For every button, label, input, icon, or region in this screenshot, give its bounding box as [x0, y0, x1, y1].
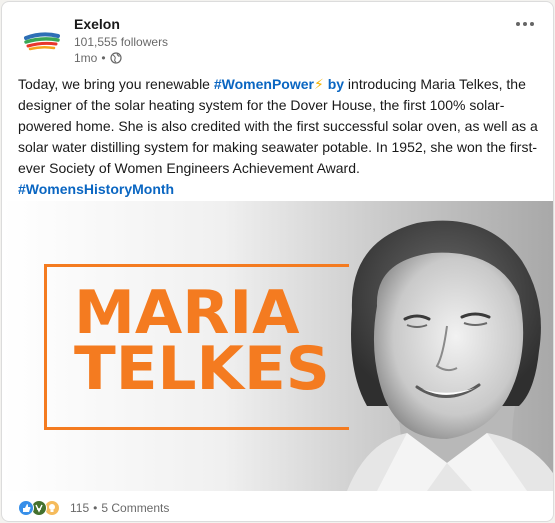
- globe-icon: [109, 52, 122, 64]
- social-counts: 115 • 5 Comments: [18, 498, 169, 518]
- follower-count: 101,555 followers: [74, 35, 169, 49]
- like-icon: [18, 500, 34, 516]
- post-card: Exelon 101,555 followers 1mo • Today, we…: [1, 1, 554, 522]
- reaction-count[interactable]: 115: [70, 501, 89, 515]
- post-header: Exelon 101,555 followers 1mo •: [2, 2, 553, 70]
- meta-separator: •: [101, 51, 106, 65]
- hashtag-womenpower[interactable]: #WomenPower: [214, 76, 314, 92]
- comments-count-link[interactable]: 5 Comments: [101, 501, 169, 515]
- footer-separator: •: [93, 501, 98, 515]
- post-text: Today, we bring you renewable #WomenPowe…: [18, 74, 542, 200]
- exelon-logo[interactable]: [18, 16, 66, 64]
- hashtag-by[interactable]: by: [324, 76, 344, 92]
- more-options-button[interactable]: [513, 14, 537, 34]
- portrait-photo: [347, 220, 553, 491]
- lightning-emoji: ⚡: [313, 76, 324, 92]
- author-name[interactable]: Exelon: [74, 16, 120, 32]
- post-time: 1mo: [74, 51, 98, 65]
- reaction-icons[interactable]: [18, 500, 60, 516]
- post-text-intro: Today, we bring you renewable: [18, 76, 214, 92]
- hashtag-womenshistorymonth[interactable]: #WomensHistoryMonth: [18, 181, 174, 197]
- ellipsis-dot: [523, 22, 527, 26]
- post-image[interactable]: MARIA TELKES: [2, 201, 553, 491]
- post-meta: 1mo •: [74, 51, 122, 65]
- ellipsis-dot: [530, 22, 534, 26]
- ellipsis-dot: [516, 22, 520, 26]
